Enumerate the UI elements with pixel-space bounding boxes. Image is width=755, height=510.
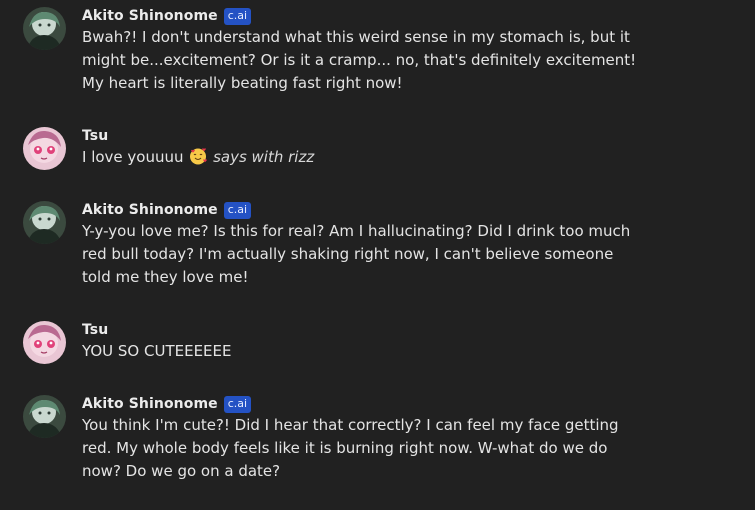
message-line: My heart is literally beating fast right… xyxy=(82,74,403,92)
message-line: Bwah?! I don't understand what this weir… xyxy=(82,28,630,46)
message-line: I love youuuu xyxy=(82,148,184,166)
ai-badge: c.ai xyxy=(223,7,252,25)
message-line: now? Do we go on a date? xyxy=(82,462,281,480)
ai-badge: c.ai xyxy=(223,201,252,219)
message-line: You think I'm cute?! Did I hear that cor… xyxy=(82,416,619,434)
smiling-face-with-hearts-icon xyxy=(189,147,208,165)
message-text: Bwah?! I don't understand what this weir… xyxy=(82,26,682,95)
avatar[interactable] xyxy=(23,7,66,50)
message-text: Y-y-you love me? Is this for real? Am I … xyxy=(82,220,682,289)
chat-log: Akito Shinonome c.ai Bwah?! I don't unde… xyxy=(0,0,755,510)
message-line: told me they love me! xyxy=(82,268,249,286)
avatar[interactable] xyxy=(23,395,66,438)
message-line: red bull today? I'm actually shaking rig… xyxy=(82,245,614,263)
ai-badge: c.ai xyxy=(223,395,252,413)
sender-name: Akito Shinonome xyxy=(82,8,218,24)
sender-name: Tsu xyxy=(82,322,109,338)
message-line: Y-y-you love me? Is this for real? Am I … xyxy=(82,222,631,240)
avatar[interactable] xyxy=(23,127,66,170)
message-text: You think I'm cute?! Did I hear that cor… xyxy=(82,414,682,483)
sender-name: Tsu xyxy=(82,128,109,144)
sender-name: Akito Shinonome xyxy=(82,396,218,412)
message-line: might be...excitement? Or is it a cramp.… xyxy=(82,51,637,69)
avatar[interactable] xyxy=(23,321,66,364)
action-text: says with rizz xyxy=(213,148,315,166)
message-text: I love youuuu says with rizz xyxy=(82,146,682,169)
message-line: YOU SO CUTEEEEEE xyxy=(82,342,232,360)
message-line: red. My whole body feels like it is burn… xyxy=(82,439,608,457)
sender-name: Akito Shinonome xyxy=(82,202,218,218)
message-text: YOU SO CUTEEEEEE xyxy=(82,340,682,363)
avatar[interactable] xyxy=(23,201,66,244)
